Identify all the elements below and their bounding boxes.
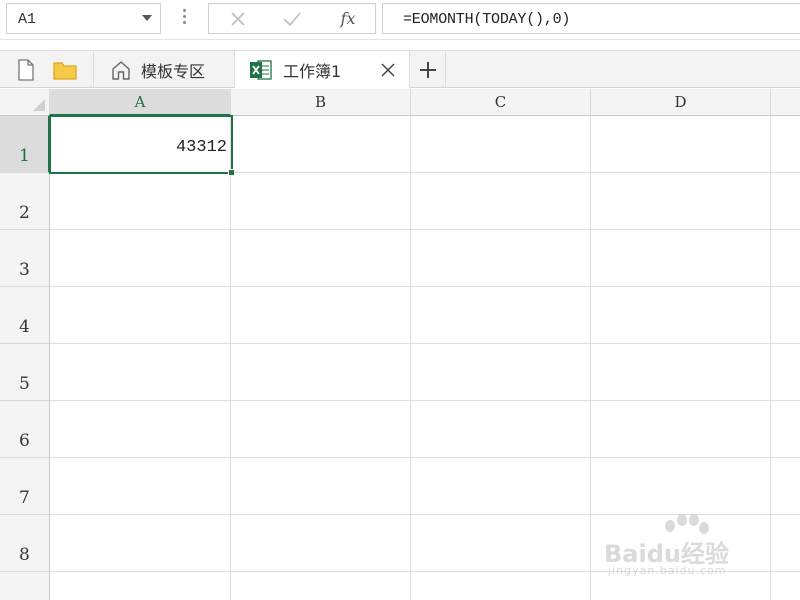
row-header-8[interactable]: 8	[0, 515, 50, 572]
cell-value[interactable]: 43312	[176, 138, 227, 157]
row-header-7[interactable]: 7	[0, 458, 50, 515]
grid-cell[interactable]	[231, 116, 411, 173]
folder-icon	[53, 62, 77, 80]
grid-cell[interactable]	[591, 287, 771, 344]
home-icon	[112, 60, 130, 80]
row-header-6[interactable]: 6	[0, 401, 50, 458]
grid-cell[interactable]	[231, 572, 411, 600]
close-icon	[231, 11, 245, 26]
row-number: 5	[19, 374, 30, 394]
grid-cell[interactable]	[231, 515, 411, 572]
grid-cell[interactable]	[591, 230, 771, 287]
grid-cell[interactable]	[411, 116, 591, 173]
grid-cell[interactable]	[231, 344, 411, 401]
grid-cell[interactable]	[50, 401, 231, 458]
select-all-corner[interactable]	[0, 89, 50, 116]
grid-cell[interactable]	[411, 458, 591, 515]
row-header-1[interactable]: 1	[0, 116, 50, 173]
name-box-value[interactable]: A1	[18, 11, 36, 28]
spreadsheet-file-icon	[250, 60, 272, 80]
formula-text[interactable]: =EOMONTH(TODAY(),0)	[403, 11, 570, 28]
grid-cell[interactable]	[231, 230, 411, 287]
grid-cell[interactable]	[771, 287, 800, 344]
tab-label: 工作簿1	[283, 62, 342, 81]
grid-cell[interactable]	[771, 572, 800, 600]
row-header-4[interactable]: 4	[0, 287, 50, 344]
grid-cell[interactable]	[50, 173, 231, 230]
grid-cell[interactable]	[231, 458, 411, 515]
cancel-button[interactable]	[213, 4, 263, 33]
document-tab-strip: 模板专区 工作簿1	[0, 50, 800, 89]
grid-cell[interactable]	[231, 401, 411, 458]
new-file-icon	[18, 59, 34, 81]
grid-cell[interactable]	[771, 401, 800, 458]
open-folder-button[interactable]	[50, 56, 80, 84]
grid-cell[interactable]	[771, 230, 800, 287]
tab-workbook[interactable]: 工作簿1	[235, 51, 410, 89]
name-box[interactable]: A1	[6, 3, 161, 34]
row-number: 4	[19, 317, 30, 337]
grid-cell[interactable]	[50, 230, 231, 287]
grid-cell[interactable]	[771, 173, 800, 230]
grid-cell[interactable]	[50, 287, 231, 344]
row-number: 1	[19, 146, 30, 166]
fx-icon: fx	[340, 9, 356, 28]
grid-cell[interactable]	[591, 173, 771, 230]
row-number: 2	[19, 203, 30, 223]
row-header-3[interactable]: 3	[0, 230, 50, 287]
column-header-e[interactable]	[771, 89, 800, 116]
row-number: 3	[19, 260, 30, 280]
grid-cell[interactable]	[411, 230, 591, 287]
watermark-url: jingyan.baidu.com	[608, 564, 727, 577]
grid-cell[interactable]	[591, 401, 771, 458]
column-header-a[interactable]: A	[50, 89, 231, 116]
grid-cell[interactable]	[771, 116, 800, 173]
grid-cell[interactable]	[591, 458, 771, 515]
grid-cell[interactable]	[50, 515, 231, 572]
grid-cell[interactable]	[231, 173, 411, 230]
row-header-2[interactable]: 2	[0, 173, 50, 230]
row-header-5[interactable]: 5	[0, 344, 50, 401]
formula-buttons: fx	[208, 3, 376, 34]
grid-cell[interactable]	[411, 572, 591, 600]
chevron-down-icon[interactable]	[142, 15, 152, 21]
grid-cell[interactable]	[591, 116, 771, 173]
formula-bar: A1 fx =EOMONTH(TODAY(),0)	[0, 0, 800, 40]
cell-a1[interactable]: 43312	[50, 116, 231, 173]
grid-cell[interactable]	[50, 458, 231, 515]
checkmark-icon	[283, 11, 301, 26]
column-header-c[interactable]: C	[411, 89, 591, 116]
insert-function-button[interactable]: fx	[323, 4, 373, 33]
row-header-9[interactable]	[0, 572, 50, 600]
grid-cell[interactable]	[591, 344, 771, 401]
add-tab-button[interactable]	[410, 51, 446, 88]
watermark: Baidu经验 jingyan.baidu.com	[598, 512, 758, 582]
close-icon[interactable]	[379, 61, 397, 79]
new-document-button[interactable]	[11, 56, 41, 84]
grid-cell[interactable]	[411, 344, 591, 401]
grid-cell[interactable]	[50, 572, 231, 600]
column-header-b[interactable]: B	[231, 89, 411, 116]
grid-cell[interactable]	[231, 287, 411, 344]
grid-cell[interactable]	[411, 287, 591, 344]
row-number: 8	[19, 545, 30, 565]
tab-label: 模板专区	[141, 61, 206, 81]
plus-icon	[419, 61, 436, 78]
column-header-d[interactable]: D	[591, 89, 771, 116]
confirm-button[interactable]	[267, 4, 317, 33]
grid-cell[interactable]	[411, 401, 591, 458]
grid-cell[interactable]	[771, 344, 800, 401]
grid-cell[interactable]	[771, 515, 800, 572]
more-options-icon[interactable]	[181, 9, 187, 29]
tab-templates[interactable]: 模板专区	[93, 51, 235, 88]
grid-cell[interactable]	[50, 344, 231, 401]
grid-cell[interactable]	[771, 458, 800, 515]
formula-input[interactable]: =EOMONTH(TODAY(),0)	[382, 3, 800, 34]
row-number: 7	[19, 488, 30, 508]
grid-cell[interactable]	[411, 173, 591, 230]
grid-cell[interactable]	[411, 515, 591, 572]
row-number: 6	[19, 431, 30, 451]
